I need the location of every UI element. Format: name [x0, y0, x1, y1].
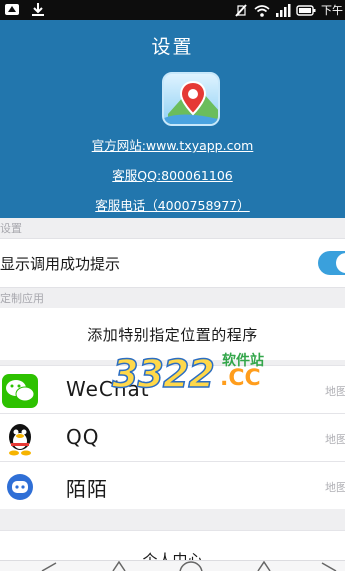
- toggle-knob: [336, 253, 345, 273]
- section-label-custom-apps: 定制应用: [0, 290, 345, 306]
- tab-icon[interactable]: [110, 561, 128, 571]
- app-tag: 地图: [325, 433, 345, 446]
- signal-icon: [276, 3, 291, 17]
- map-pin-app-icon: [162, 72, 220, 126]
- status-bar-right: 下午: [233, 2, 343, 18]
- header: 设置 官方网站:www.txyapp.com 客服QQ:800061106 客服…: [0, 20, 345, 218]
- page-title: 设置: [151, 36, 194, 58]
- battery-icon: [296, 4, 316, 16]
- momo-icon: [2, 470, 38, 504]
- status-time: 下午: [321, 4, 343, 17]
- download-icon: [32, 3, 44, 16]
- app-name: QQ: [66, 425, 100, 449]
- app-row-qq[interactable]: QQ 地图: [0, 413, 345, 461]
- arrow-icon[interactable]: [320, 561, 338, 571]
- no-sim-icon: [235, 3, 247, 17]
- qq-support-link[interactable]: 客服QQ:800061106: [0, 165, 345, 184]
- app-tag: 地图: [325, 481, 345, 494]
- website-link[interactable]: 官方网站:www.txyapp.com: [0, 135, 345, 154]
- bottom-nav-bar: [0, 560, 345, 571]
- app-tag: 地图: [325, 385, 345, 398]
- show-success-tip-toggle[interactable]: [318, 251, 345, 275]
- status-bar: 下午: [0, 0, 345, 20]
- app-row-wechat[interactable]: WeChat 地图: [0, 365, 345, 413]
- notification-icon: [5, 4, 19, 15]
- arrow-icon[interactable]: [40, 561, 58, 571]
- status-bar-left: [4, 2, 46, 17]
- app-name: WeChat: [66, 377, 150, 401]
- section-label-settings: 设置: [0, 220, 345, 236]
- wifi-icon: [254, 4, 270, 17]
- add-program-label: 添加特别指定位置的程序: [87, 326, 258, 344]
- map-pin-icon: [164, 80, 218, 124]
- phone-support-link[interactable]: 客服电话（4000758977）: [0, 195, 345, 214]
- globe-icon[interactable]: [178, 561, 204, 571]
- qq-penguin-icon: [2, 422, 38, 456]
- wechat-icon: [2, 374, 38, 408]
- tab-icon[interactable]: [255, 561, 273, 571]
- app-row-momo[interactable]: 陌陌 地图: [0, 461, 345, 509]
- show-success-tip-row[interactable]: 显示调用成功提示: [0, 238, 345, 288]
- section-gap: [0, 510, 345, 530]
- app-name: 陌陌: [66, 477, 108, 501]
- add-program-button[interactable]: 添加特别指定位置的程序: [0, 308, 345, 360]
- show-success-tip-label: 显示调用成功提示: [0, 255, 121, 273]
